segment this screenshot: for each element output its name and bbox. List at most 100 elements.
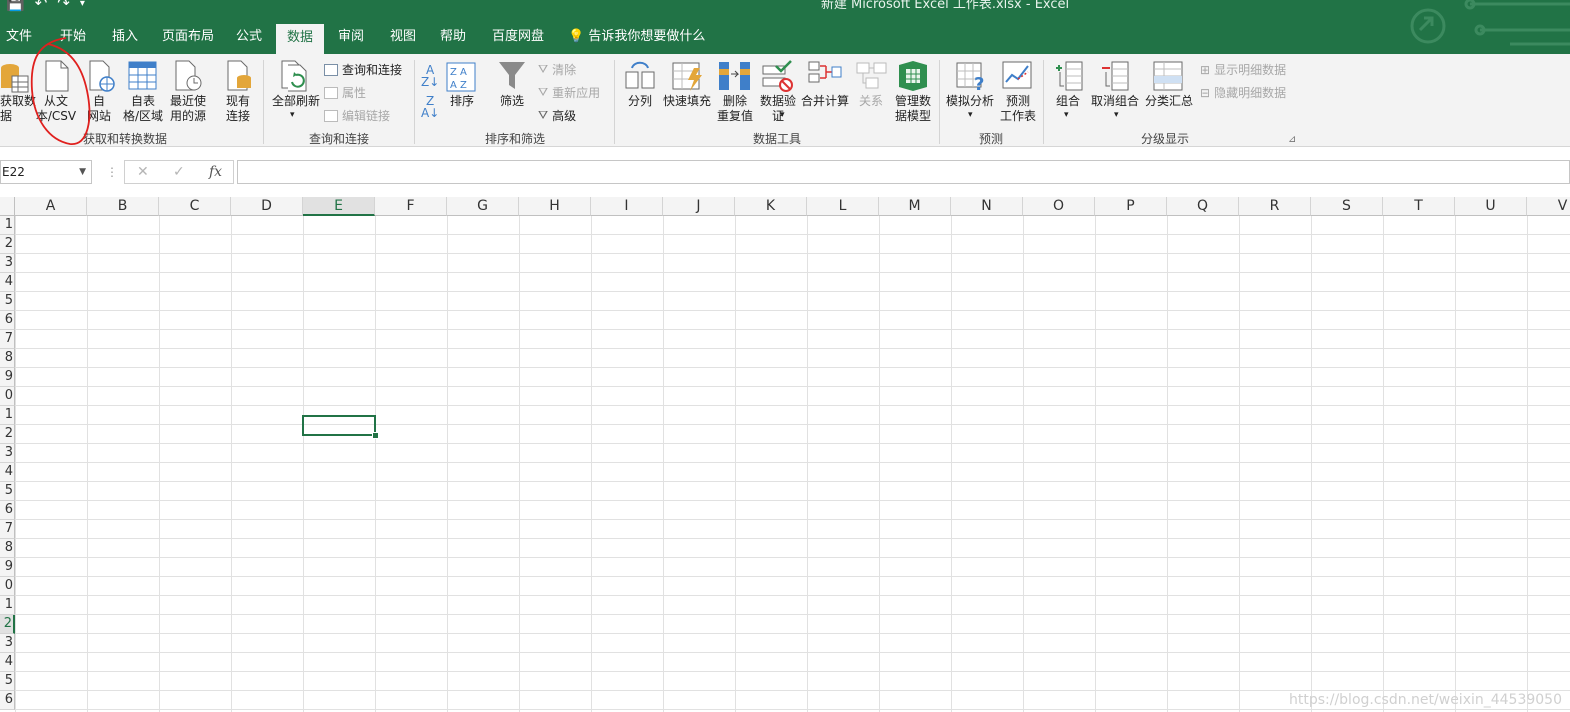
text-to-columns-label: 分列 bbox=[627, 94, 652, 108]
queries-connections-button[interactable]: 查询和连接 bbox=[324, 61, 402, 78]
row-header[interactable]: 2 bbox=[0, 425, 15, 444]
row-header[interactable]: 3 bbox=[0, 444, 15, 463]
tab-help[interactable]: 帮助 bbox=[434, 22, 472, 54]
group-separator bbox=[1043, 60, 1044, 144]
tab-page-layout[interactable]: 页面布局 bbox=[156, 22, 220, 54]
row-header[interactable]: 5 bbox=[0, 672, 15, 691]
advanced-button[interactable]: ⛛ 高级 bbox=[538, 107, 576, 124]
row-header[interactable]: 9 bbox=[0, 368, 15, 387]
data-validation-label: 数据验 证 bbox=[759, 94, 796, 123]
subtotal-icon bbox=[1153, 61, 1183, 91]
tab-file[interactable]: 文件 bbox=[0, 22, 38, 54]
column-header-g[interactable]: G bbox=[447, 197, 519, 216]
row-header[interactable]: 0 bbox=[0, 577, 15, 596]
row-header[interactable]: 6 bbox=[0, 311, 15, 330]
column-header-c[interactable]: C bbox=[159, 197, 231, 216]
column-header-n[interactable]: N bbox=[951, 197, 1023, 216]
tab-baidu-netdisk[interactable]: 百度网盘 bbox=[486, 22, 550, 54]
column-header-p[interactable]: P bbox=[1095, 197, 1167, 216]
active-cell[interactable] bbox=[302, 415, 376, 436]
enter-icon[interactable]: ✓ bbox=[173, 164, 185, 180]
name-box-dropdown-icon[interactable]: ▼ bbox=[79, 161, 86, 183]
column-header-q[interactable]: Q bbox=[1167, 197, 1239, 216]
tell-me-box[interactable]: 💡 告诉我你想要做什么 bbox=[562, 22, 711, 54]
column-header-k[interactable]: K bbox=[735, 197, 807, 216]
row-header[interactable]: 9 bbox=[0, 558, 15, 577]
column-header-e[interactable]: E bbox=[303, 197, 375, 216]
hide-detail-button[interactable]: ⊟ 隐藏明细数据 bbox=[1200, 84, 1286, 101]
title-bar: 💾 ↶ ↷ ▾ 新建 Microsoft Excel 工作表.xlsx - Ex… bbox=[0, 0, 1570, 22]
row-header[interactable]: 7 bbox=[0, 330, 15, 349]
column-header-u[interactable]: U bbox=[1455, 197, 1527, 216]
worksheet-grid[interactable]: ABCDEFGHIJKLMNOPQRSTUV123456789012345678… bbox=[0, 197, 1570, 712]
row-header[interactable]: 2 bbox=[0, 615, 15, 634]
column-header-d[interactable]: D bbox=[231, 197, 303, 216]
name-box[interactable]: E22 ▼ bbox=[0, 160, 92, 184]
cell-area[interactable] bbox=[15, 216, 1570, 712]
select-all-corner[interactable] bbox=[0, 197, 15, 216]
row-header[interactable]: 2 bbox=[0, 235, 15, 254]
column-header-i[interactable]: I bbox=[591, 197, 663, 216]
column-header-b[interactable]: B bbox=[87, 197, 159, 216]
tab-home[interactable]: 开始 bbox=[54, 22, 92, 54]
what-if-dropdown-icon[interactable]: ▾ bbox=[968, 108, 973, 123]
forecast-sheet-label: 预测 工作表 bbox=[999, 94, 1036, 123]
column-header-j[interactable]: J bbox=[663, 197, 735, 216]
ungroup-dropdown-icon[interactable]: ▾ bbox=[1114, 108, 1119, 123]
column-header-s[interactable]: S bbox=[1311, 197, 1383, 216]
edit-links-button[interactable]: 编辑链接 bbox=[324, 107, 390, 124]
row-header[interactable]: 0 bbox=[0, 387, 15, 406]
group-dropdown-icon[interactable]: ▾ bbox=[1064, 108, 1069, 123]
formula-bar-splitter-icon[interactable]: ⋮ bbox=[106, 165, 118, 179]
column-header-v[interactable]: V bbox=[1527, 197, 1570, 216]
watermark: https://blog.csdn.net/weixin_44539050 bbox=[1288, 692, 1562, 708]
formula-input[interactable] bbox=[237, 160, 1570, 184]
row-header[interactable]: 3 bbox=[0, 254, 15, 273]
column-header-a[interactable]: A bbox=[15, 197, 87, 216]
sort-descending-icon[interactable]: Z A↓ bbox=[421, 95, 439, 119]
row-header[interactable]: 6 bbox=[0, 501, 15, 520]
row-header[interactable]: 1 bbox=[0, 406, 15, 425]
row-header[interactable]: 5 bbox=[0, 482, 15, 501]
column-header-t[interactable]: T bbox=[1383, 197, 1455, 216]
column-header-o[interactable]: O bbox=[1023, 197, 1095, 216]
row-header[interactable]: 6 bbox=[0, 691, 15, 710]
fill-handle[interactable] bbox=[372, 432, 379, 439]
column-header-f[interactable]: F bbox=[375, 197, 447, 216]
sort-ascending-icon[interactable]: A Z↓ bbox=[421, 64, 439, 88]
row-header[interactable]: 1 bbox=[0, 216, 15, 235]
outline-dialog-launcher-icon[interactable]: ⊿ bbox=[1288, 132, 1296, 147]
clear-button[interactable]: ⛛ 清除 bbox=[538, 61, 576, 78]
row-header[interactable]: 8 bbox=[0, 349, 15, 368]
reapply-label: 重新应用 bbox=[552, 86, 601, 100]
row-header[interactable]: 4 bbox=[0, 273, 15, 292]
from-text-csv-label: 从文 本/CSV bbox=[35, 94, 77, 123]
column-header-m[interactable]: M bbox=[879, 197, 951, 216]
row-header[interactable]: 1 bbox=[0, 596, 15, 615]
refresh-dropdown-icon[interactable]: ▾ bbox=[290, 108, 295, 123]
column-header-h[interactable]: H bbox=[519, 197, 591, 216]
row-header[interactable]: 8 bbox=[0, 539, 15, 558]
reapply-button[interactable]: ⛛ 重新应用 bbox=[538, 84, 600, 101]
group-data-tools-label: 数据工具 bbox=[752, 132, 801, 146]
row-header[interactable]: 5 bbox=[0, 292, 15, 311]
column-header-r[interactable]: R bbox=[1239, 197, 1311, 216]
insert-function-icon[interactable]: fx bbox=[209, 164, 222, 180]
manage-data-model-label: 管理数 据模型 bbox=[894, 94, 931, 123]
tab-insert[interactable]: 插入 bbox=[106, 22, 144, 54]
row-header[interactable]: 7 bbox=[0, 520, 15, 539]
row-header[interactable]: 3 bbox=[0, 634, 15, 653]
row-header[interactable]: 4 bbox=[0, 653, 15, 672]
row-header[interactable]: 4 bbox=[0, 463, 15, 482]
tab-review[interactable]: 审阅 bbox=[332, 22, 370, 54]
properties-button[interactable]: 属性 bbox=[324, 84, 366, 101]
tab-data[interactable]: 数据 bbox=[276, 24, 325, 54]
column-header-l[interactable]: L bbox=[807, 197, 879, 216]
edit-links-icon bbox=[324, 109, 338, 122]
tab-formulas[interactable]: 公式 bbox=[230, 22, 268, 54]
cancel-icon[interactable]: ✕ bbox=[137, 164, 149, 180]
data-validation-dropdown-icon[interactable]: ▾ bbox=[780, 108, 785, 123]
tab-view[interactable]: 视图 bbox=[384, 22, 422, 54]
text-to-columns-icon bbox=[625, 61, 655, 89]
show-detail-button[interactable]: ⊞ 显示明细数据 bbox=[1200, 61, 1286, 78]
